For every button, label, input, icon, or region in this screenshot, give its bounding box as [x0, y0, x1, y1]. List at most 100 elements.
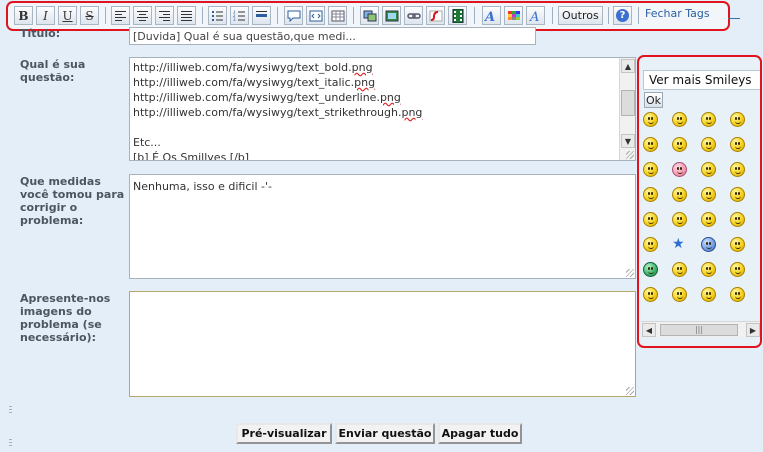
font-face-button[interactable]: A: [482, 6, 501, 25]
question-line: http://illiweb.com/fa/wysiwyg/text_under…: [133, 91, 401, 104]
align-left-button[interactable]: [111, 6, 130, 25]
smiley-smile-icon[interactable]: [730, 112, 745, 127]
strikethrough-button[interactable]: S: [80, 6, 99, 25]
smiley-pig-icon[interactable]: [672, 162, 687, 177]
smiley-confused-icon[interactable]: [730, 212, 745, 227]
smiley-idea-icon[interactable]: [672, 212, 687, 227]
measures-textarea[interactable]: Nenhuma, isso e dificil -'-: [129, 174, 636, 279]
clear-all-button[interactable]: Apagar tudo: [438, 423, 522, 444]
decorative-dots: [9, 406, 12, 413]
scroll-thumb[interactable]: [621, 90, 635, 116]
smiley-grin-icon[interactable]: [672, 112, 687, 127]
question-line: http://illiweb.com/fa/wysiwyg/text_bold.…: [133, 61, 373, 74]
align-center-button[interactable]: [133, 6, 152, 25]
toolbar-separator: [353, 7, 354, 24]
smiley-plain-icon[interactable]: [701, 212, 716, 227]
resize-grip-icon[interactable]: [626, 151, 634, 159]
italic-button[interactable]: I: [36, 6, 55, 25]
video-button[interactable]: [448, 6, 467, 25]
images-textarea[interactable]: [129, 291, 636, 397]
ordered-list-button[interactable]: 123: [230, 6, 249, 25]
smiley-tongue-icon[interactable]: [643, 162, 658, 177]
smiley-smile-icon[interactable]: [701, 187, 716, 202]
code-button[interactable]: [306, 6, 325, 25]
toolbar-separator: [474, 7, 475, 24]
bold-button[interactable]: B: [14, 6, 33, 25]
unordered-list-icon: [212, 11, 223, 21]
smiley-happy-icon[interactable]: [701, 137, 716, 152]
smiley-laugh-icon[interactable]: [643, 287, 658, 302]
smiley-neutral-icon[interactable]: [730, 137, 745, 152]
quote-icon: [287, 10, 300, 22]
font-face-icon: A: [484, 10, 495, 23]
smiley-surprised-icon[interactable]: [701, 287, 716, 302]
smiley-cool-icon[interactable]: [643, 137, 658, 152]
toolbar-separator: [105, 7, 106, 24]
title-label: Título:: [20, 27, 61, 40]
smiley-sunglasses-icon[interactable]: [672, 187, 687, 202]
submit-button[interactable]: Enviar questão: [335, 423, 435, 444]
preview-button[interactable]: Pré-visualizar: [236, 423, 332, 444]
quote-button[interactable]: [284, 6, 303, 25]
video-icon: [452, 8, 463, 23]
title-input[interactable]: [Duvida] Qual é sua questão,que medi...: [129, 27, 536, 45]
smiley-sad-icon[interactable]: [730, 287, 745, 302]
image-host-button[interactable]: [360, 6, 379, 25]
smiley-heart-icon[interactable]: [730, 237, 745, 252]
question-line: http://illiweb.com/fa/wysiwyg/text_strik…: [133, 106, 423, 119]
table-button[interactable]: [328, 6, 347, 25]
question-scrollbar[interactable]: ▲ ▼: [619, 58, 635, 160]
smiley-grin-icon[interactable]: [643, 112, 658, 127]
smiley-eyes-icon[interactable]: [643, 237, 658, 252]
others-button[interactable]: Outros: [558, 6, 603, 25]
smiley-blue-face-icon[interactable]: [701, 237, 716, 252]
smiley-exclaim-icon[interactable]: [730, 187, 745, 202]
help-button[interactable]: ?: [613, 6, 632, 25]
scroll-thumb[interactable]: |||: [660, 324, 738, 336]
measures-text: Nenhuma, isso e dificil -'-: [133, 180, 272, 193]
horizontal-rule-button[interactable]: [252, 6, 271, 25]
smiley-cool-icon[interactable]: [672, 137, 687, 152]
svg-text:A: A: [484, 10, 495, 23]
more-smileys-title[interactable]: Ver mais Smileys: [643, 70, 760, 90]
question-textarea[interactable]: http://illiweb.com/fa/wysiwyg/text_bold.…: [129, 57, 636, 161]
smiley-alien-icon[interactable]: [643, 262, 658, 277]
color-icon: [507, 10, 520, 20]
smiley-angry-icon[interactable]: [730, 162, 745, 177]
code-icon: [309, 10, 322, 21]
unordered-list-button[interactable]: [208, 6, 227, 25]
toolbar-separator: [552, 7, 553, 24]
font-size-icon: A: [529, 10, 539, 23]
font-size-button[interactable]: A: [526, 6, 545, 25]
underline-button[interactable]: U: [58, 6, 77, 25]
align-justify-button[interactable]: [177, 6, 196, 25]
resize-grip-icon[interactable]: [626, 269, 634, 277]
smiley-clown-icon[interactable]: [730, 262, 745, 277]
align-right-button[interactable]: [155, 6, 174, 25]
smiley-grin-icon[interactable]: [672, 287, 687, 302]
scroll-down-arrow-icon[interactable]: ▼: [621, 134, 635, 148]
flash-button[interactable]: [426, 6, 445, 25]
smiley-sad-icon[interactable]: [701, 162, 716, 177]
close-tags-link[interactable]: Fechar Tags: [645, 7, 710, 20]
decorative-dots: [9, 439, 12, 446]
resize-grip-icon[interactable]: [626, 387, 634, 395]
smiley-rolleyes-icon[interactable]: [672, 262, 687, 277]
smiley-horizontal-scrollbar[interactable]: ◀ ||| ▶: [641, 321, 760, 337]
smiley-evil-icon[interactable]: [643, 187, 658, 202]
link-button[interactable]: [404, 6, 423, 25]
scroll-up-arrow-icon[interactable]: ▲: [621, 59, 635, 73]
smiley-question-icon[interactable]: [643, 212, 658, 227]
scroll-left-arrow-icon[interactable]: ◀: [642, 323, 656, 337]
toolbar-separator: [638, 7, 639, 24]
smiley-star-icon[interactable]: ★: [672, 237, 685, 252]
horizontal-rule-icon: [256, 11, 267, 17]
color-button[interactable]: [504, 6, 523, 25]
smiley-worried-icon[interactable]: [701, 112, 716, 127]
svg-text:A: A: [529, 10, 539, 23]
scroll-right-arrow-icon[interactable]: ▶: [746, 323, 760, 337]
smiley-ok-button[interactable]: Ok: [644, 92, 663, 108]
link-icon: [406, 12, 421, 19]
smiley-smile-icon[interactable]: [701, 262, 716, 277]
image-button[interactable]: [382, 6, 401, 25]
